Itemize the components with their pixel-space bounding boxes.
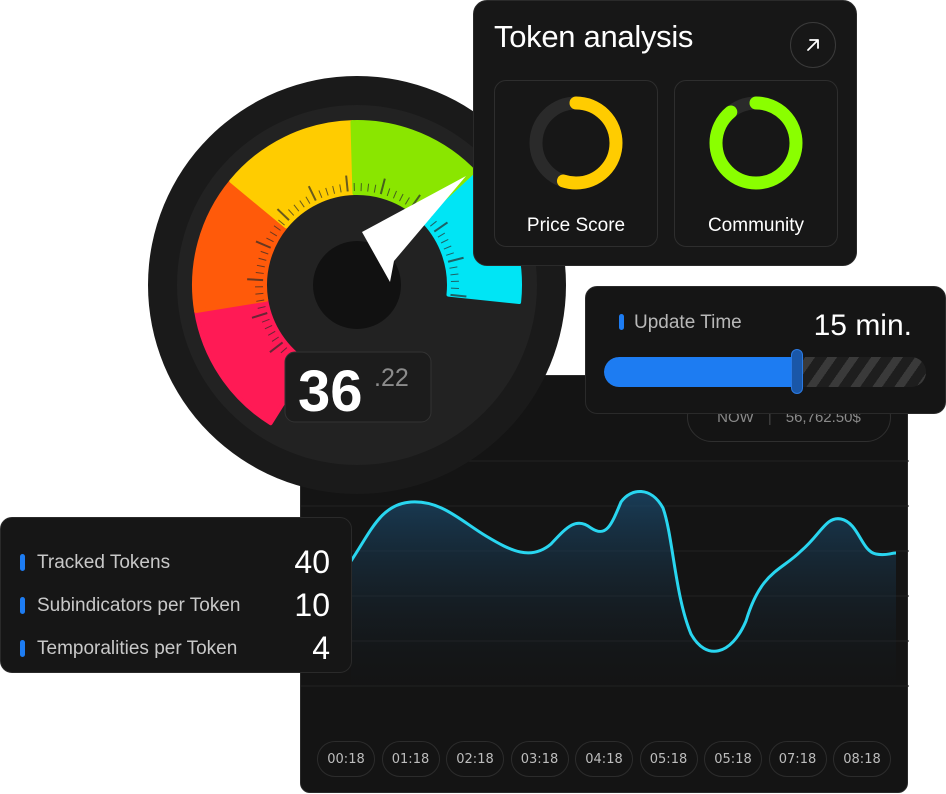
gauge-tick [247, 279, 263, 280]
token-analysis-title: Token analysis [494, 19, 693, 55]
stat-value: 40 [294, 544, 330, 581]
time-label: 08:18 [833, 741, 891, 777]
stat-label: Subindicators per Token [37, 595, 241, 617]
update-time-label: Update Time [634, 312, 742, 334]
token-stats-card: Tracked Tokens 40 Subindicators per Toke… [0, 517, 352, 673]
stat-label: Tracked Tokens [37, 552, 170, 574]
stat-indicator [20, 554, 25, 571]
community-metric: Community [674, 80, 838, 247]
stat-indicator [20, 597, 25, 614]
stat-row: Tracked Tokens 40 [1, 542, 351, 584]
stat-value: 4 [312, 630, 330, 667]
stat-label: Temporalities per Token [37, 638, 237, 660]
community-donut [702, 89, 810, 197]
price-score-donut [522, 89, 630, 197]
update-time-slider-fill [604, 357, 797, 387]
gauge-value-decimal: .22 [374, 364, 409, 392]
update-time-value: 15 min. [814, 309, 912, 343]
time-label: 02:18 [446, 741, 504, 777]
time-label: 03:18 [511, 741, 569, 777]
stat-value: 10 [294, 587, 330, 624]
update-time-indicator [619, 314, 624, 330]
time-label: 05:18 [704, 741, 762, 777]
time-label: 07:18 [769, 741, 827, 777]
arrow-up-right-icon [805, 37, 821, 53]
time-label: 04:18 [575, 741, 633, 777]
gauge-value-int: 36 [298, 359, 363, 424]
stat-row: Temporalities per Token 4 [1, 628, 351, 670]
update-time-slider-track[interactable] [604, 357, 926, 387]
token-analysis-card: Token analysis Price Score Community [473, 0, 857, 266]
stat-indicator [20, 640, 25, 657]
time-label: 05:18 [640, 741, 698, 777]
chart-area [351, 491, 896, 706]
price-score-label: Price Score [495, 215, 657, 237]
time-label: 00:18 [317, 741, 375, 777]
stat-row: Subindicators per Token 10 [1, 585, 351, 627]
open-token-analysis-button[interactable] [790, 22, 836, 68]
price-score-metric: Price Score [494, 80, 658, 247]
community-label: Community [675, 215, 837, 237]
update-time-slider-handle[interactable] [791, 349, 803, 394]
gauge-tick [255, 293, 263, 294]
time-label: 01:18 [382, 741, 440, 777]
update-time-card: Update Time 15 min. [585, 286, 946, 414]
